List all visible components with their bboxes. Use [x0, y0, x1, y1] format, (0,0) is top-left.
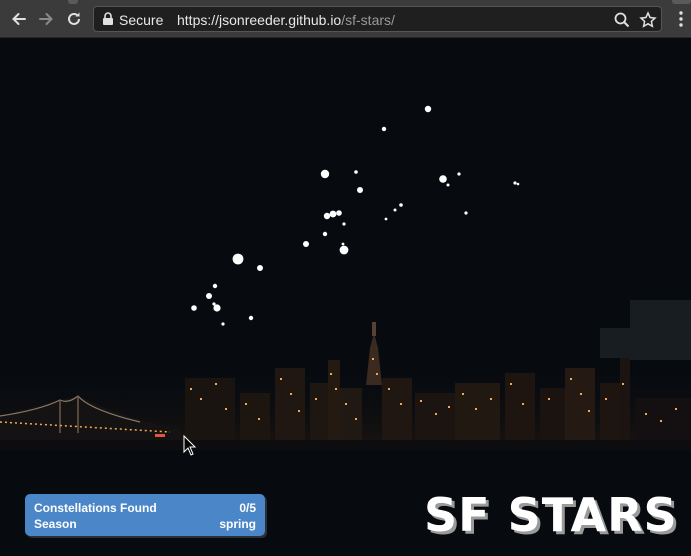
back-arrow-icon[interactable]	[9, 9, 29, 29]
tab-edge	[672, 0, 691, 4]
lock-icon	[102, 12, 114, 31]
star[interactable]	[516, 182, 520, 186]
star[interactable]	[323, 212, 331, 220]
star[interactable]	[384, 217, 388, 221]
url-host: https://jsonreeder.github.io	[177, 12, 342, 28]
url-path: /sf-stars/	[341, 12, 395, 28]
star[interactable]	[464, 211, 468, 215]
star[interactable]	[191, 305, 197, 311]
star[interactable]	[212, 283, 218, 289]
star[interactable]	[381, 126, 387, 132]
secure-label: Secure	[119, 12, 164, 28]
star[interactable]	[221, 322, 225, 326]
menu-dots-icon[interactable]	[674, 10, 688, 28]
star[interactable]	[357, 187, 363, 193]
constellations-label: Constellations Found	[34, 501, 157, 515]
reload-icon[interactable]	[64, 9, 84, 29]
season-row: Season spring	[34, 517, 256, 531]
star[interactable]	[232, 253, 244, 265]
star[interactable]	[329, 210, 337, 218]
status-panel: Constellations Found 0/5 Season spring	[25, 494, 265, 536]
star[interactable]	[342, 222, 346, 226]
star[interactable]	[303, 241, 309, 247]
forward-arrow-icon[interactable]	[36, 9, 56, 29]
star[interactable]	[341, 242, 345, 246]
star[interactable]	[339, 245, 349, 255]
star[interactable]	[257, 265, 263, 271]
star[interactable]	[320, 169, 330, 179]
star[interactable]	[213, 304, 221, 312]
star[interactable]	[354, 170, 358, 174]
star[interactable]	[322, 231, 328, 237]
fog-haze	[600, 300, 691, 360]
tab-edge	[68, 0, 78, 4]
star[interactable]	[457, 172, 461, 176]
constellations-row: Constellations Found 0/5	[34, 501, 256, 515]
zoom-icon[interactable]	[613, 11, 631, 29]
browser-toolbar: Secure https://jsonreeder.github.io/sf-s…	[0, 0, 691, 38]
constellations-count: 0/5	[239, 501, 256, 515]
night-sky-canvas[interactable]	[0, 38, 691, 556]
season-value: spring	[219, 517, 256, 531]
star[interactable]	[206, 293, 212, 299]
star[interactable]	[336, 210, 342, 216]
star[interactable]	[393, 208, 397, 212]
star[interactable]	[399, 203, 403, 207]
season-label: Season	[34, 517, 77, 531]
star[interactable]	[513, 181, 517, 185]
star[interactable]	[424, 105, 432, 113]
star-bookmark-icon[interactable]	[639, 11, 657, 29]
address-bar[interactable]: Secure https://jsonreeder.github.io/sf-s…	[93, 6, 662, 32]
star[interactable]	[446, 183, 450, 187]
star[interactable]	[248, 315, 254, 321]
brand-logo: SF STARS	[424, 488, 678, 542]
url-text[interactable]: https://jsonreeder.github.io/sf-stars/	[177, 12, 395, 28]
star[interactable]	[439, 175, 447, 183]
star-field	[191, 105, 520, 326]
